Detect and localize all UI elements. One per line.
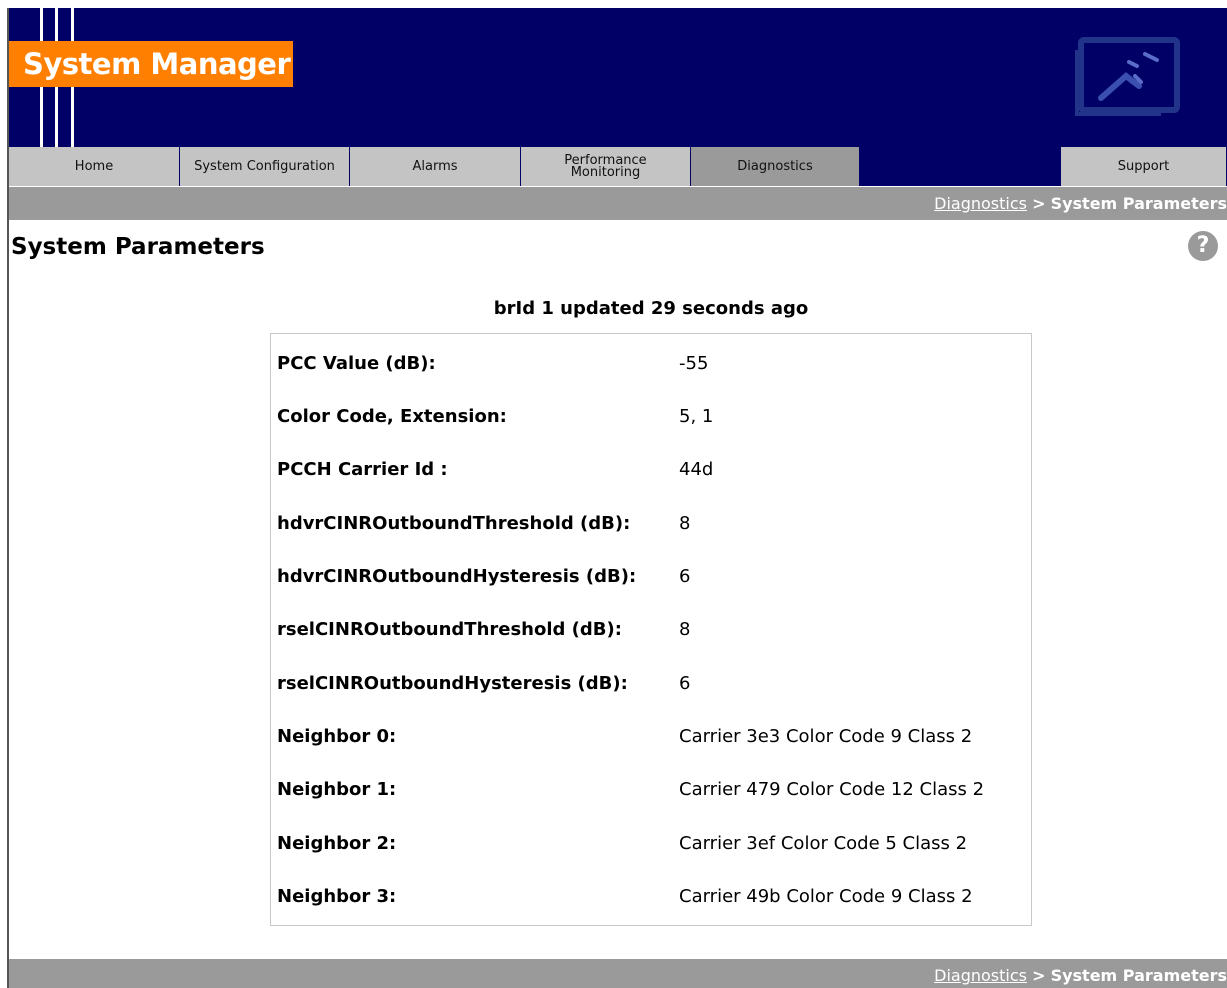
header-decor-icon <box>1075 37 1180 116</box>
breadcrumb-current: System Parameters <box>1050 194 1227 213</box>
breadcrumb-link-diagnostics[interactable]: Diagnostics <box>934 194 1027 213</box>
tab-label: Performance Monitoring <box>564 154 646 180</box>
header-banner: System Manager <box>9 8 1227 147</box>
param-value: 8 <box>679 513 691 534</box>
tab-diagnostics[interactable]: Diagnostics <box>691 147 860 186</box>
param-label: PCC Value (dB): <box>277 353 436 374</box>
param-value: Carrier 479 Color Code 12 Class 2 <box>679 779 985 800</box>
param-value: 5, 1 <box>679 406 714 427</box>
breadcrumb-separator: > <box>1032 194 1046 213</box>
tab-alarms[interactable]: Alarms <box>350 147 521 186</box>
param-label: rselCINROutboundThreshold (dB): <box>277 619 622 640</box>
breadcrumb-current: System Parameters <box>1050 966 1227 985</box>
tab-label-line2: Monitoring <box>570 164 641 180</box>
tab-label: Alarms <box>412 159 458 174</box>
param-label: Neighbor 3: <box>277 886 397 907</box>
param-label: PCCH Carrier Id : <box>277 459 448 480</box>
param-label: Neighbor 0: <box>277 726 397 747</box>
param-label: hdvrCINROutboundThreshold (dB): <box>277 513 631 534</box>
question-icon[interactable]: ? <box>1188 231 1218 261</box>
tab-label: Diagnostics <box>737 159 813 174</box>
app-logo: System Manager <box>9 41 293 87</box>
param-label: Neighbor 1: <box>277 779 397 800</box>
breadcrumb-separator: > <box>1032 966 1046 985</box>
parameters-table: PCC Value (dB): -55 Color Code, Extensio… <box>270 333 1032 926</box>
update-status: brId 1 updated 29 seconds ago <box>493 298 809 319</box>
param-value: 44d <box>679 459 714 480</box>
tab-label: System Configuration <box>194 159 335 174</box>
param-value: Carrier 3e3 Color Code 9 Class 2 <box>679 726 973 747</box>
param-value: 6 <box>679 673 691 694</box>
param-value: Carrier 3ef Color Code 5 Class 2 <box>679 833 968 854</box>
tab-support[interactable]: Support <box>1061 147 1227 186</box>
tab-label: Home <box>74 159 114 174</box>
page-title: System Parameters <box>11 234 265 260</box>
param-label: rselCINROutboundHysteresis (dB): <box>277 673 628 694</box>
main-nav: Home System Configuration Alarms Perform… <box>9 147 1227 186</box>
breadcrumb-footer: Diagnostics > System Parameters <box>9 959 1227 988</box>
param-label: Color Code, Extension: <box>277 406 507 427</box>
param-value: Carrier 49b Color Code 9 Class 2 <box>679 886 973 907</box>
tab-label: Support <box>1117 159 1170 174</box>
breadcrumb: Diagnostics > System Parameters <box>9 187 1227 220</box>
param-label: Neighbor 2: <box>277 833 397 854</box>
tab-performance-monitoring[interactable]: Performance Monitoring <box>521 147 691 186</box>
param-value: 6 <box>679 566 691 587</box>
tab-home[interactable]: Home <box>9 147 180 186</box>
tab-system-configuration[interactable]: System Configuration <box>180 147 350 186</box>
breadcrumb-link-diagnostics[interactable]: Diagnostics <box>934 966 1027 985</box>
param-label: hdvrCINROutboundHysteresis (dB): <box>277 566 637 587</box>
param-value: -55 <box>679 353 709 374</box>
param-value: 8 <box>679 619 691 640</box>
